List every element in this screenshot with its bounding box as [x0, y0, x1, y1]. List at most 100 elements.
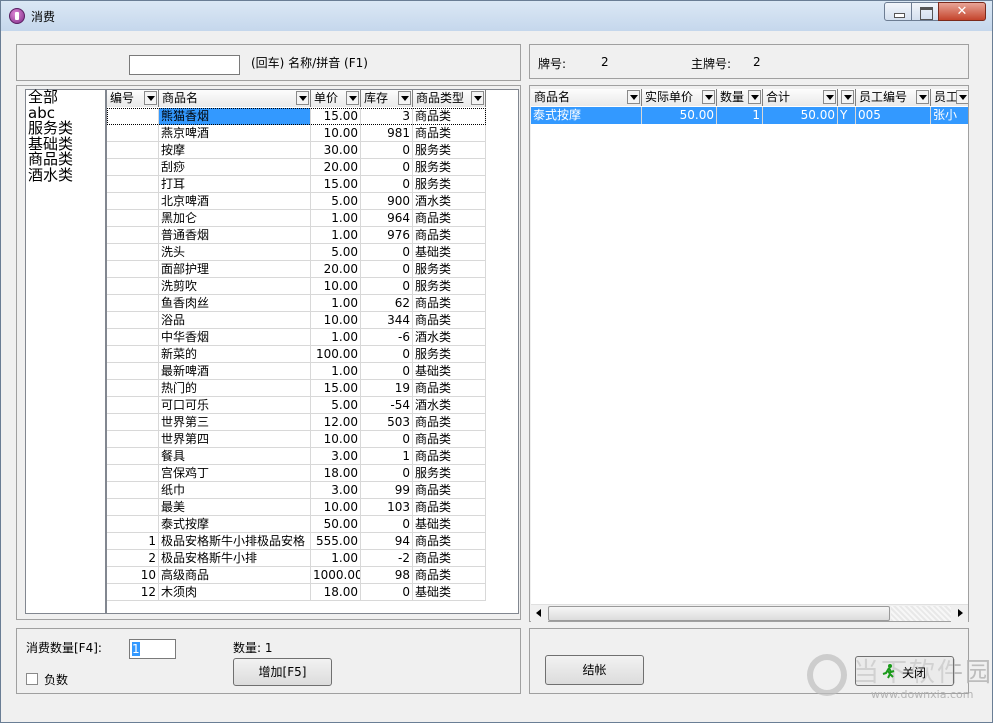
close-window-button[interactable]: ✕ — [938, 2, 986, 21]
table-row[interactable]: 世界第四 10.00 0 商品类 — [107, 431, 486, 448]
table-cell: 30.00 — [311, 142, 361, 159]
filter-dropdown-icon[interactable] — [398, 91, 411, 105]
table-row[interactable]: 可口可乐 5.00 -54 酒水类 — [107, 397, 486, 414]
table-row[interactable]: 1 极品安格斯牛小排极品安格 555.00 94 商品类 — [107, 533, 486, 550]
close-button[interactable]: 关闭 — [855, 656, 954, 686]
table-cell: 15.00 — [311, 176, 361, 193]
filter-dropdown-icon[interactable] — [296, 91, 309, 105]
table-row[interactable]: 2 极品安格斯牛小排 1.00 -2 商品类 — [107, 550, 486, 567]
table-row[interactable]: 中华香烟 1.00 -6 酒水类 — [107, 329, 486, 346]
minimize-button[interactable] — [884, 2, 912, 21]
filter-dropdown-icon[interactable] — [144, 91, 157, 105]
column-header[interactable]: 商品名 — [159, 90, 311, 107]
table-row[interactable]: 宫保鸡丁 18.00 0 服务类 — [107, 465, 486, 482]
column-header-label: 商品名 — [534, 90, 571, 104]
table-row[interactable]: 热门的 15.00 19 商品类 — [107, 380, 486, 397]
column-header[interactable]: 折 — [838, 89, 856, 106]
filter-dropdown-icon[interactable] — [916, 90, 929, 104]
table-row[interactable]: 北京啤酒 5.00 900 酒水类 — [107, 193, 486, 210]
scroll-right-icon[interactable] — [951, 605, 968, 622]
table-row[interactable]: 泰式按摩 50.00 1 50.00 Y 005 张小 — [531, 107, 968, 124]
filter-dropdown-icon[interactable] — [748, 90, 761, 104]
filter-dropdown-icon[interactable] — [702, 90, 715, 104]
table-cell: 1.00 — [311, 227, 361, 244]
table-cell: 62 — [361, 295, 413, 312]
column-header[interactable]: 商品类型 — [413, 90, 486, 107]
order-grid[interactable]: 商品名 实际单价 数量 合计折员工编号员工 泰式按摩50.00150.00Y005张小 — [531, 89, 968, 604]
filter-dropdown-icon[interactable] — [841, 90, 854, 104]
table-cell: 1.00 — [311, 550, 361, 567]
table-row[interactable]: 浴品 10.00 344 商品类 — [107, 312, 486, 329]
category-list[interactable]: 全部 abc 服务类 基础类 商品类 酒水类 — [25, 89, 106, 614]
table-row[interactable]: 12 木须肉 18.00 0 基础类 — [107, 584, 486, 601]
table-row[interactable]: 熊猫香烟 15.00 3 商品类 — [107, 108, 486, 125]
table-cell: 酒水类 — [413, 193, 486, 210]
table-row[interactable]: 世界第三 12.00 503 商品类 — [107, 414, 486, 431]
table-cell: -54 — [361, 397, 413, 414]
table-row[interactable]: 按摩 30.00 0 服务类 — [107, 142, 486, 159]
table-row[interactable]: 纸巾 3.00 99 商品类 — [107, 482, 486, 499]
column-header-label: 商品名 — [162, 91, 199, 105]
column-header[interactable]: 商品名 — [531, 89, 642, 106]
filter-dropdown-icon[interactable] — [346, 91, 359, 105]
column-header[interactable]: 合计 — [763, 89, 838, 106]
table-cell — [107, 312, 159, 329]
table-row[interactable]: 洗头 5.00 0 基础类 — [107, 244, 486, 261]
table-row[interactable]: 泰式按摩 50.00 0 基础类 — [107, 516, 486, 533]
table-row[interactable]: 燕京啤酒 10.00 981 商品类 — [107, 125, 486, 142]
table-cell: 555.00 — [311, 533, 361, 550]
product-grid[interactable]: 编号 商品名 单价 库存 商品类型 熊猫香烟 15.00 3 商品类 燕京啤酒 10.00 981 商… — [106, 89, 519, 614]
column-header[interactable]: 实际单价 — [642, 89, 717, 106]
table-row[interactable]: 最美 10.00 103 商品类 — [107, 499, 486, 516]
table-row[interactable]: 普通香烟 1.00 976 商品类 — [107, 227, 486, 244]
table-cell — [107, 346, 159, 363]
table-cell: 洗头 — [159, 244, 311, 261]
table-cell: 1.00 — [311, 329, 361, 346]
table-row[interactable]: 最新啤酒 1.00 0 基础类 — [107, 363, 486, 380]
quantity-input[interactable]: 1 — [129, 639, 176, 659]
checkout-button[interactable]: 结帐 — [545, 655, 644, 685]
column-header[interactable]: 数量 — [717, 89, 763, 106]
filter-dropdown-icon[interactable] — [627, 90, 640, 104]
table-cell: 商品类 — [413, 448, 486, 465]
scroll-left-icon[interactable] — [531, 605, 548, 622]
table-row[interactable]: 黑加仑 1.00 964 商品类 — [107, 210, 486, 227]
table-row[interactable]: 刮痧 20.00 0 服务类 — [107, 159, 486, 176]
card-number-value: 2 — [601, 55, 609, 69]
table-row[interactable]: 鱼香肉丝 1.00 62 商品类 — [107, 295, 486, 312]
table-cell: 100.00 — [311, 346, 361, 363]
table-cell: 0 — [361, 278, 413, 295]
table-cell — [107, 295, 159, 312]
search-input[interactable] — [129, 55, 240, 75]
table-row[interactable]: 餐具 3.00 1 商品类 — [107, 448, 486, 465]
column-header[interactable]: 编号 — [107, 90, 159, 107]
table-row[interactable]: 面部护理 20.00 0 服务类 — [107, 261, 486, 278]
negative-checkbox[interactable] — [26, 673, 38, 685]
scrollbar-track[interactable] — [891, 606, 951, 621]
table-cell: 服务类 — [413, 261, 486, 278]
scrollbar-thumb[interactable] — [548, 606, 890, 621]
order-horizontal-scrollbar[interactable] — [531, 604, 968, 622]
table-cell — [107, 516, 159, 533]
column-header[interactable]: 库存 — [361, 90, 413, 107]
table-row[interactable]: 新菜的 100.00 0 服务类 — [107, 346, 486, 363]
column-header[interactable]: 员工编号 — [856, 89, 931, 106]
table-cell: 50.00 — [642, 107, 717, 124]
column-header[interactable]: 单价 — [311, 90, 361, 107]
maximize-button[interactable] — [911, 2, 939, 21]
table-row[interactable]: 洗剪吹 10.00 0 服务类 — [107, 278, 486, 295]
table-cell: 503 — [361, 414, 413, 431]
filter-dropdown-icon[interactable] — [823, 90, 836, 104]
column-header-label: 实际单价 — [645, 90, 694, 104]
filter-dropdown-icon[interactable] — [956, 90, 968, 104]
add-button[interactable]: 增加[F5] — [233, 658, 332, 686]
app-icon — [9, 8, 25, 24]
category-item[interactable]: 酒水类 — [26, 167, 105, 184]
close-icon: ✕ — [956, 4, 968, 19]
table-row[interactable]: 10 高级商品 1000.00 98 商品类 — [107, 567, 486, 584]
filter-dropdown-icon[interactable] — [471, 91, 484, 105]
column-header[interactable]: 员工 — [931, 89, 968, 106]
table-row[interactable]: 打耳 15.00 0 服务类 — [107, 176, 486, 193]
column-header-label: 数量 — [720, 90, 745, 104]
table-cell: 泰式按摩 — [159, 516, 311, 533]
